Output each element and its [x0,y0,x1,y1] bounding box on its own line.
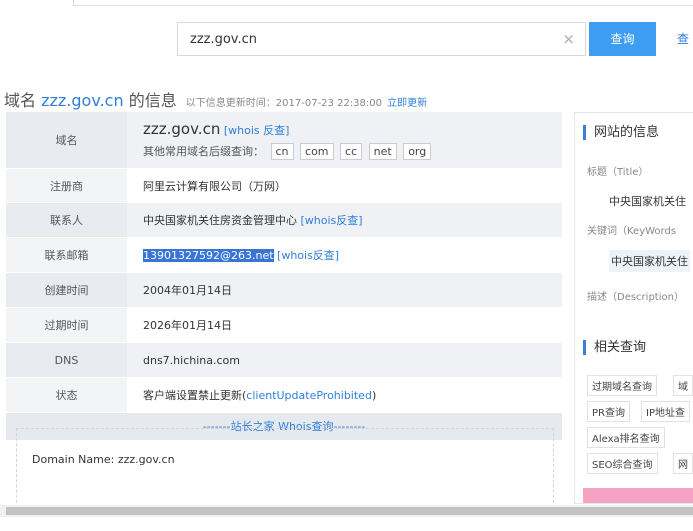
chip-domain[interactable]: 域 [673,375,693,396]
row-value: 中央国家机关住房资金管理中心 [whois反查] [143,203,363,237]
suffix-row: 其他常用域名后缀查询： cn com cc net org [143,143,432,160]
active-tab[interactable] [0,0,74,6]
domain-whois-link[interactable]: [whois 反查] [224,124,290,137]
raw-whois-box: Domain Name: zzz.gov.cn [16,428,554,508]
row-label: 域名 [6,112,127,168]
suffix-net[interactable]: net [368,143,397,160]
table-row: 创建时间 2004年01月14日 [6,273,562,308]
row-value: 13901327592@263.net [whois反查] [143,238,339,272]
title-label: 标题（Title） [587,167,649,178]
row-label: 联系人 [6,203,127,237]
status-suffix: ) [371,388,377,402]
table-row: 联系邮箱 13901327592@263.net [whois反查] [6,238,562,273]
keywords-value: 中央国家机关住 [609,250,690,272]
row-label: 创建时间 [6,273,127,307]
created-value: 2004年01月14日 [143,284,232,297]
table-row: DNS dns7.hichina.com [6,343,562,378]
suffix-cn[interactable]: cn [270,143,294,160]
scrollbar-thumb[interactable] [6,507,693,515]
row-label: 过期时间 [6,308,127,342]
status-code-link[interactable]: clientUpdateProhibited [246,389,372,402]
site-info-title: 网站的信息 [583,125,659,140]
heading-suffix: 的信息 [128,91,177,110]
contact-value: 中央国家机关住房资金管理中心 [143,214,297,227]
suffix-label: 其他常用域名后缀查询： [143,145,264,158]
chip-alexa[interactable]: Alexa排名查询 [587,427,665,448]
tab-strip [0,0,693,6]
query-button[interactable]: 查询 [589,22,656,56]
suffix-org[interactable]: org [403,143,432,160]
update-now-link[interactable]: 立即更新 [387,98,427,109]
whois-table: 域名 zzz.gov.cn [whois 反查] 其他常用域名后缀查询： cn … [6,112,562,440]
heading-prefix: 域名 [4,91,37,110]
contact-whois-link[interactable]: [whois反查] [301,212,363,228]
horizontal-scrollbar[interactable] [0,505,693,517]
secondary-query-link[interactable]: 查 [677,30,689,47]
row-label: 联系邮箱 [6,238,127,272]
chip-web[interactable]: 网 [673,453,693,474]
dns-value: dns7.hichina.com [143,353,240,367]
search-box: × [177,22,586,56]
expires-value: 2026年01月14日 [143,319,232,332]
table-row: 过期时间 2026年01月14日 [6,308,562,343]
table-row: 注册商 阿里云计算有限公司（万网） [6,169,562,203]
whois-page: × 查询 查 域名 zzz.gov.cn 的信息 以下信息更新时间：2017-0… [0,0,693,531]
table-row: 联系人 中央国家机关住房资金管理中心 [whois反查] [6,203,562,238]
chip-seo[interactable]: SEO综合查询 [587,453,658,474]
row-label: DNS [6,343,127,377]
row-value: zzz.gov.cn [whois 反查] 其他常用域名后缀查询： cn com… [143,112,432,168]
heading-domain: zzz.gov.cn [41,91,124,110]
table-row: 状态 客户端设置禁止更新(clientUpdateProhibited) [6,378,562,413]
description-label: 描述（Description） [587,292,684,303]
title-value: 中央国家机关住 [609,195,686,208]
update-time: 以下信息更新时间：2017-07-23 22:38:00 [185,98,383,109]
clear-icon[interactable]: × [562,30,575,48]
row-label: 注册商 [6,169,127,202]
row-value: 客户端设置禁止更新(clientUpdateProhibited) [143,378,376,412]
keywords-label: 关键词（KeyWords [587,226,677,237]
domain-search-input[interactable] [178,23,548,55]
related-query-title: 相关查询 [583,340,646,355]
chip-pr[interactable]: PR查询 [587,401,630,422]
right-sidebar: 网站的信息 标题（Title） 中央国家机关住 关键词（KeyWords 中央国… [574,112,693,504]
domain-value: zzz.gov.cn [143,120,221,138]
email-whois-link[interactable]: [whois反查] [277,247,339,263]
row-label: 状态 [6,378,127,412]
registrar-value: 阿里云计算有限公司（万网） [143,179,286,193]
status-prefix: 客户端设置禁止更新( [143,389,247,402]
suffix-com[interactable]: com [300,143,334,160]
chip-expired-domain[interactable]: 过期域名查询 [587,375,657,396]
suffix-cc[interactable]: cc [340,143,363,160]
page-heading: 域名 zzz.gov.cn 的信息 以下信息更新时间：2017-07-23 22… [4,87,427,111]
table-row: 域名 zzz.gov.cn [whois 反查] 其他常用域名后缀查询： cn … [6,112,562,169]
pink-banner [583,488,693,503]
email-value[interactable]: 13901327592@263.net [143,248,274,262]
chip-ip[interactable]: IP地址查 [641,401,690,422]
raw-whois-line: Domain Name: zzz.gov.cn [32,453,175,466]
